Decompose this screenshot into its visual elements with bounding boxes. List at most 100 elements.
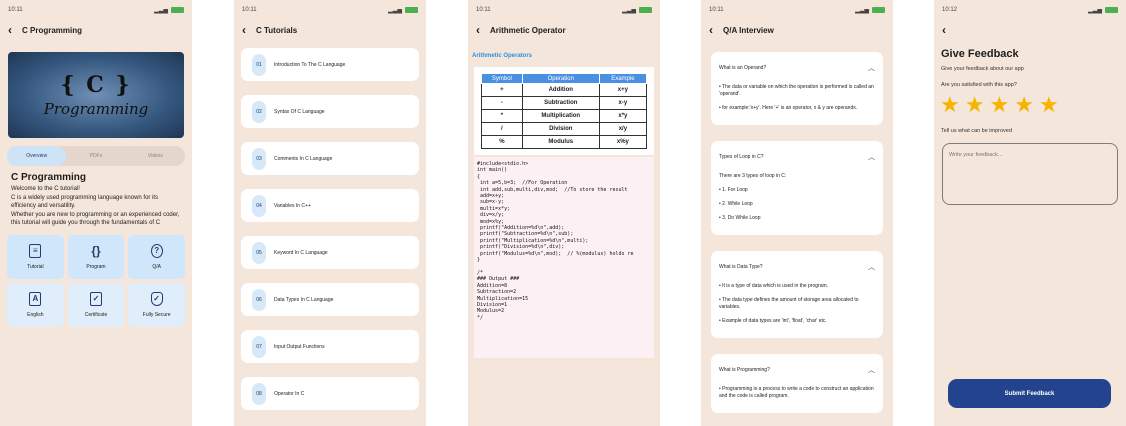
item-number: 03 [252,147,266,170]
battery-icon [872,7,885,13]
braces-icon: {} [91,243,101,258]
certificate-icon: ✓ [89,291,102,306]
item-number: 05 [252,241,266,264]
signal-icon: ▂▃▅ [154,7,168,14]
app-bar: ‹ C Tutorials [234,20,426,40]
item-label: Keyword In C Language [274,249,328,256]
page-title: C Programming [22,25,83,35]
page-title: Give Feedback [941,48,1019,60]
chevron-up-icon[interactable]: ︿ [868,152,875,162]
tab-pdfs[interactable]: PDFs [66,146,125,166]
table-row: + Addition x+y [481,83,648,97]
list-item[interactable]: 05 Keyword In C Language [241,236,419,269]
star-icon[interactable]: ★ [1039,94,1059,116]
secure-card[interactable]: ✓ Fully Secure [128,282,185,327]
item-label: Variables In C++ [274,202,311,209]
table-row: * Multiplication x*y [481,109,648,123]
certificate-card[interactable]: ✓ Certificate [67,282,125,327]
chevron-up-icon[interactable]: ︿ [868,63,875,73]
answer-line: • The data or variable on which the oper… [719,84,874,97]
answer-body: • The data or variable on which the oper… [719,84,875,125]
column-header: Operation [521,73,600,84]
chevron-up-icon[interactable]: ︿ [868,365,875,375]
back-arrow-icon[interactable]: ‹ [242,24,246,36]
qa-list: What is an Operand? ︿ • The data or variab… [701,40,893,413]
back-arrow-icon[interactable]: ‹ [476,24,480,36]
feedback-input[interactable] [942,143,1118,205]
answer-body: There are 3 types of loop in C: • 1. For … [719,173,875,235]
feedback-subtitle: Give your feedback about our app [941,66,1024,72]
table-cell: Subtraction [521,96,600,110]
back-arrow-icon[interactable]: ‹ [942,24,946,36]
list-item[interactable]: 02 Syntax Of C Language [241,95,419,128]
item-label: Data Types In C Language [274,296,334,303]
star-rating: ★ ★ ★ ★ ★ [940,94,1120,116]
course-banner-image: { C } Programming [8,52,184,138]
item-label: Operator In C [274,390,305,397]
question-header[interactable]: What is Data Type? ︿ [719,251,875,283]
translate-icon: A [29,291,42,306]
signal-icon: ▂▃▅ [1088,7,1102,14]
answer-line: • 2. While Loop [719,201,753,207]
submit-feedback-button[interactable]: Submit Feedback [948,379,1111,408]
list-item[interactable]: 07 Input Output Functions [241,330,419,363]
answer-line: • 1. For Loop [719,187,748,193]
table-cell: + [481,83,523,97]
satisfaction-question: Are you satisfied with this app? [941,82,1017,88]
table-cell: - [481,96,523,110]
question-header[interactable]: What is Programming? ︿ [719,354,875,386]
star-icon[interactable]: ★ [940,94,960,116]
answer-line: • Programming is a process to write a co… [719,386,874,399]
back-arrow-icon[interactable]: ‹ [709,24,713,36]
question-header[interactable]: What is an Operand? ︿ [719,52,875,84]
table-cell: Modulus [521,135,600,149]
answer-line: • Example of data types are 'int', 'floa… [719,318,827,324]
chevron-up-icon[interactable]: ︿ [868,262,875,272]
english-card[interactable]: A English [7,282,64,327]
program-card[interactable]: {} Program [67,234,125,279]
operator-table: Symbol Operation Example + Addition x+y - Subt… [481,73,648,149]
column-header: Example [598,73,648,84]
answer-line: There are 3 types of loop in C: [719,173,787,179]
table-row: - Subtraction x-y [481,96,648,110]
course-title: C Programming [11,172,87,183]
tutorial-card[interactable]: ≡ Tutorial [7,234,64,279]
star-icon[interactable]: ★ [965,94,985,116]
question-text: What is Programming? [719,367,770,373]
question-header[interactable]: Types of Loop in C? ︿ [719,141,875,173]
answer-line: • The data type defines the amount of st… [719,297,859,310]
qa-card: What is an Operand? ︿ • The data or variab… [711,52,883,125]
list-item[interactable]: 06 Data Types In C Language [241,283,419,316]
qa-card: What is Data Type? ︿ • It is a type of dat… [711,251,883,338]
status-bar: 10:11 ▂▃▅ [468,0,660,20]
list-item[interactable]: 03 Comments In C Language [241,142,419,175]
app-bar: ‹ Q/A Interview [701,20,893,40]
table-cell: x%y [598,135,648,149]
operator-table-container: Symbol Operation Example + Addition x+y - Subt… [474,67,654,155]
signal-icon: ▂▃▅ [388,7,402,14]
list-item[interactable]: 04 Variables In C++ [241,189,419,222]
battery-icon [1105,7,1118,13]
star-icon[interactable]: ★ [1014,94,1034,116]
table-cell: Division [521,122,600,136]
section-heading: Arithmetic Operators [472,53,533,59]
status-time: 10:11 [476,7,491,13]
chat-icon: ? [150,243,163,258]
status-bar: 10:11 ▂▃▅ [234,0,426,20]
battery-icon [171,7,184,13]
item-number: 04 [252,194,266,217]
tab-videos[interactable]: Videos [126,146,185,166]
item-number: 07 [252,335,266,358]
qa-card[interactable]: ? Q/A [128,234,185,279]
battery-icon [639,7,652,13]
star-icon[interactable]: ★ [989,94,1009,116]
improve-label: Tell us what can be improved [941,128,1012,134]
list-item[interactable]: 01 Introduction To The C Language [241,48,419,81]
back-arrow-icon[interactable]: ‹ [8,24,12,36]
item-label: Introduction To The C Language [274,61,346,68]
list-item[interactable]: 08 Operator In C [241,377,419,410]
desc-line: Welcome to the C tutorial! [11,186,80,192]
app-bar: ‹ [934,20,1126,40]
tab-overview[interactable]: Overview [7,146,67,166]
table-cell: Multiplication [521,109,600,123]
